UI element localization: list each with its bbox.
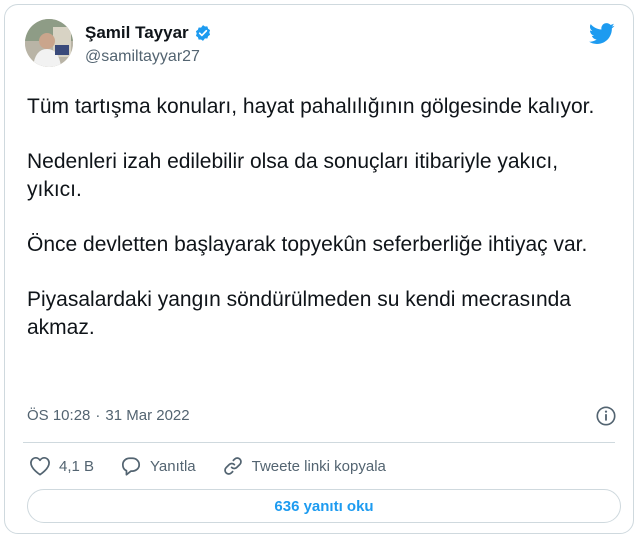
reply-button[interactable]: Yanıtla: [120, 456, 196, 476]
divider: [23, 442, 615, 443]
copy-link-button[interactable]: Tweete linki kopyala: [222, 455, 386, 477]
like-count: 4,1 B: [59, 457, 95, 475]
author-handle[interactable]: @samiltayyar27: [85, 48, 200, 66]
tweet-paragraph: Önce devletten başlayarak topyekûn sefer…: [27, 233, 588, 256]
tweet-paragraph: Nedenleri izah edilebilir olsa da sonuçl…: [27, 150, 559, 201]
like-button[interactable]: 4,1 B: [29, 456, 94, 476]
author-name[interactable]: Şamil Tayyar: [85, 23, 189, 43]
copy-link-label: Tweete linki kopyala: [251, 457, 386, 475]
verified-badge-icon: [195, 25, 210, 41]
read-replies-button[interactable]: 636 yanıtı oku: [27, 489, 621, 523]
info-icon[interactable]: [595, 405, 617, 427]
tweet-date[interactable]: 31 Mar 2022: [105, 407, 189, 424]
avatar[interactable]: [25, 19, 73, 67]
heart-icon: [30, 456, 50, 476]
meta-separator: ·: [95, 407, 101, 424]
link-icon: [223, 457, 242, 475]
action-bar: 4,1 B Yanıtla Tweete linki kopyala: [29, 455, 412, 477]
tweet-card: Şamil Tayyar @samiltayyar27 Tüm tartışma…: [4, 4, 634, 534]
reply-label: Yanıtla: [150, 457, 196, 475]
tweet-text: Tüm tartışma konuları, hayat pahalılığın…: [27, 93, 617, 369]
twitter-bird-icon[interactable]: [589, 23, 615, 45]
tweet-paragraph: Piyasalardaki yangın söndürülmeden su ke…: [27, 288, 571, 339]
speech-bubble-icon: [121, 457, 141, 476]
author-name-row[interactable]: Şamil Tayyar: [85, 23, 212, 43]
tweet-time[interactable]: ÖS 10:28: [27, 407, 90, 424]
avatar-photo: [25, 19, 73, 67]
tweet-timestamp[interactable]: ÖS 10:28 · 31 Mar 2022: [27, 407, 190, 424]
tweet-paragraph: Tüm tartışma konuları, hayat pahalılığın…: [27, 95, 595, 118]
